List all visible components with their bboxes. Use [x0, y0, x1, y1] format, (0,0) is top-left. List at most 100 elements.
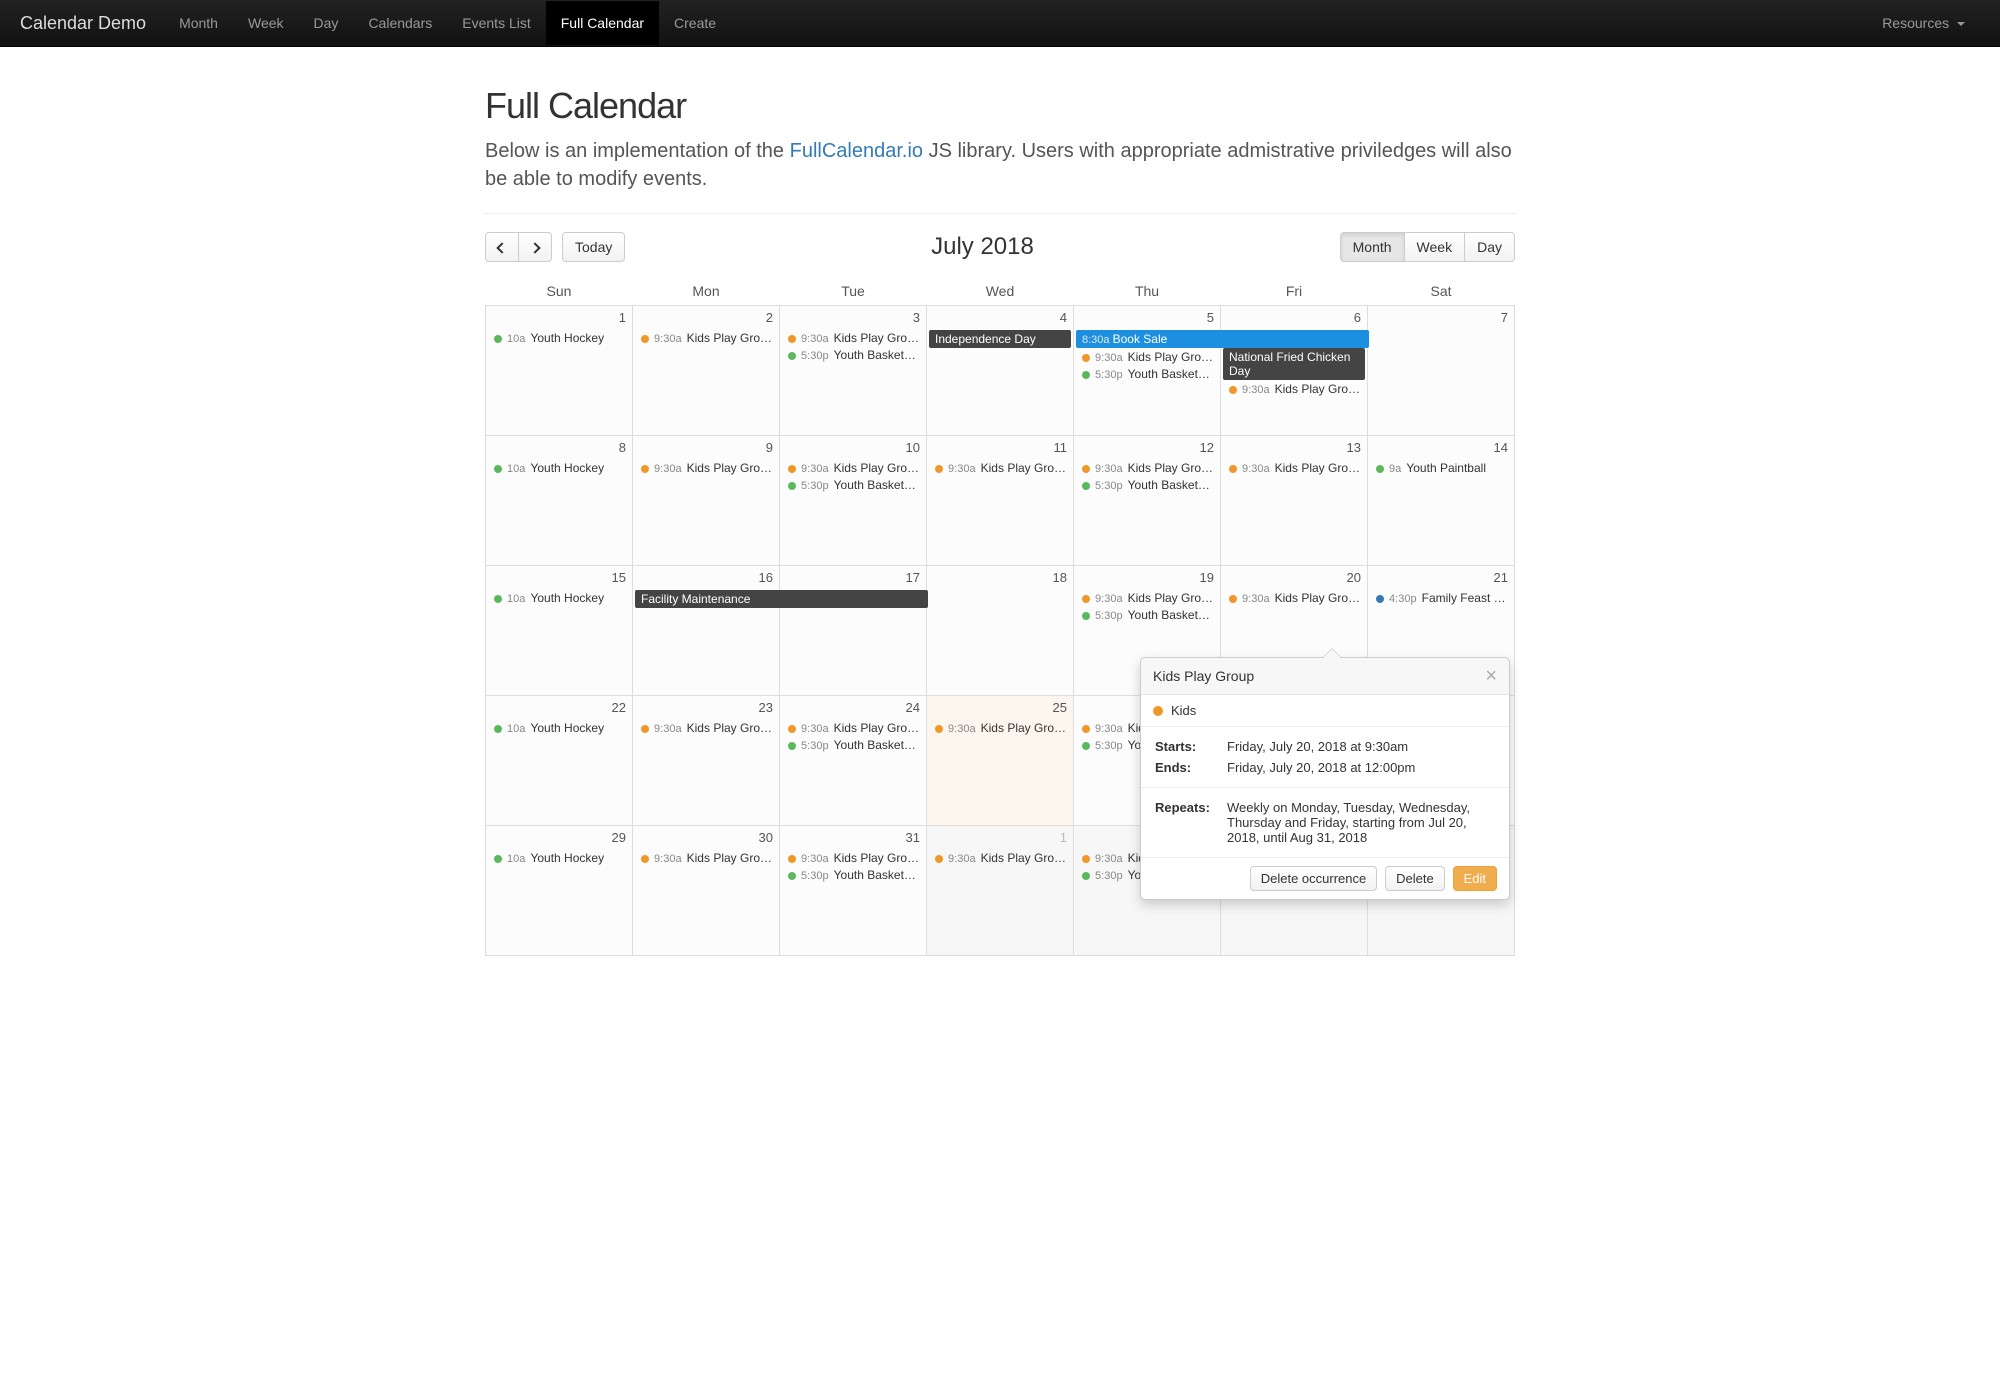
event[interactable]: 9:30a Kids Play Group [782, 330, 924, 346]
view-day-button[interactable]: Day [1464, 232, 1515, 262]
view-month-button[interactable]: Month [1340, 232, 1405, 262]
event[interactable]: 10a Youth Hockey [488, 850, 630, 866]
event[interactable]: 10a Youth Hockey [488, 590, 630, 606]
day-number: 24 [780, 696, 926, 719]
day-cell[interactable]: 58:30a Book Sale 9:30a Kids Play Group 5… [1074, 306, 1221, 436]
event-bar[interactable]: 8:30a Book Sale [1076, 330, 1369, 348]
day-cell[interactable]: 15 10a Youth Hockey [486, 566, 633, 696]
delete-button[interactable]: Delete [1385, 866, 1445, 891]
event[interactable]: 9:30a Kids Play Group [1223, 590, 1365, 606]
event[interactable]: 9:30a Kids Play Group [929, 460, 1071, 476]
day-cell[interactable]: 7 [1368, 306, 1515, 436]
day-cell[interactable]: 8 10a Youth Hockey [486, 436, 633, 566]
day-cell[interactable]: 4Independence Day [927, 306, 1074, 436]
event-bar[interactable]: National Fried Chicken Day [1223, 348, 1365, 380]
day-cell[interactable]: 24 9:30a Kids Play Group 5:30p Youth Bas… [780, 696, 927, 826]
day-number: 30 [633, 826, 779, 849]
event[interactable]: 9:30a Kids Play Group [635, 460, 777, 476]
event-time: 9:30a [1092, 723, 1126, 735]
day-cell[interactable]: 1 10a Youth Hockey [486, 306, 633, 436]
day-number: 6 [1221, 306, 1367, 329]
day-cell[interactable]: 31 9:30a Kids Play Group 5:30p Youth Bas… [780, 826, 927, 956]
event[interactable]: 9:30a Kids Play Group [782, 720, 924, 736]
day-cell[interactable]: 18 [927, 566, 1074, 696]
nav-item-create[interactable]: Create [659, 1, 731, 45]
popover-repeats: Repeats:Weekly on Monday, Tuesday, Wedne… [1141, 788, 1509, 858]
day-cell[interactable]: 10 9:30a Kids Play Group 5:30p Youth Bas… [780, 436, 927, 566]
chevron-right-icon [529, 242, 540, 253]
day-cell[interactable]: 13 9:30a Kids Play Group [1221, 436, 1368, 566]
nav-item-events-list[interactable]: Events List [447, 1, 545, 45]
event[interactable]: 9:30a Kids Play Group [782, 460, 924, 476]
event-bar[interactable]: Facility Maintenance [635, 590, 928, 608]
event-time: 9:30a [798, 463, 832, 475]
nav-item-month[interactable]: Month [164, 1, 233, 45]
nav-item-day[interactable]: Day [299, 1, 354, 45]
event[interactable]: 9a Youth Paintball [1370, 460, 1512, 476]
event-dot-icon [935, 855, 943, 863]
event[interactable]: 10a Youth Hockey [488, 720, 630, 736]
day-number: 12 [1074, 436, 1220, 459]
event[interactable]: 5:30p Youth Basketball [1076, 607, 1218, 623]
event-time: 9:30a [1092, 593, 1126, 605]
event[interactable]: 9:30a Kids Play Group [1076, 460, 1218, 476]
event-dot-icon [1082, 595, 1090, 603]
day-cell[interactable]: 16Facility Maintenance [633, 566, 780, 696]
day-cell[interactable]: 12 9:30a Kids Play Group 5:30p Youth Bas… [1074, 436, 1221, 566]
nav-item-calendars[interactable]: Calendars [353, 1, 447, 45]
day-cell[interactable]: 14 9a Youth Paintball [1368, 436, 1515, 566]
event[interactable]: 9:30a Kids Play Group [782, 850, 924, 866]
prev-button[interactable] [485, 232, 519, 262]
day-cell[interactable]: 2 9:30a Kids Play Group [633, 306, 780, 436]
today-button[interactable]: Today [562, 232, 625, 262]
event-dot-icon [1082, 465, 1090, 473]
close-icon[interactable]: × [1485, 666, 1497, 686]
view-week-button[interactable]: Week [1404, 232, 1466, 262]
event[interactable]: 10a Youth Hockey [488, 460, 630, 476]
next-button[interactable] [518, 232, 552, 262]
event[interactable]: 9:30a Kids Play Group [635, 850, 777, 866]
event-dot-icon [1082, 354, 1090, 362]
event[interactable]: 5:30p Youth Basketball [782, 477, 924, 493]
fullcalendar-link[interactable]: FullCalendar.io [790, 140, 923, 162]
event[interactable]: 9:30a Kids Play Group [929, 850, 1071, 866]
event-title: Kids Play Group [981, 721, 1068, 735]
event[interactable]: 4:30p Family Feast Gathering [1370, 590, 1512, 606]
event-time: 9:30a [945, 853, 979, 865]
ends-label: Ends: [1155, 758, 1225, 777]
event[interactable]: 5:30p Youth Basketball [1076, 366, 1218, 382]
event[interactable]: 5:30p Youth Basketball [782, 737, 924, 753]
delete-occurrence-button[interactable]: Delete occurrence [1250, 866, 1378, 891]
event[interactable]: 9:30a Kids Play Group [1223, 381, 1365, 397]
day-cell[interactable]: 6 National Fried Chicken Day 9:30a Kids P… [1221, 306, 1368, 436]
day-cell[interactable]: 25 9:30a Kids Play Group [927, 696, 1074, 826]
event-dot-icon [1376, 465, 1384, 473]
day-cell[interactable]: 29 10a Youth Hockey [486, 826, 633, 956]
event[interactable]: 10a Youth Hockey [488, 330, 630, 346]
event[interactable]: 5:30p Youth Basketball [1076, 477, 1218, 493]
nav-resources[interactable]: Resources [1867, 1, 1980, 45]
event-bar[interactable]: Independence Day [929, 330, 1071, 348]
brand[interactable]: Calendar Demo [20, 13, 164, 34]
day-number: 14 [1368, 436, 1514, 459]
page-title: Full Calendar [485, 85, 1515, 127]
day-cell[interactable]: 11 9:30a Kids Play Group [927, 436, 1074, 566]
nav-item-full-calendar[interactable]: Full Calendar [546, 1, 659, 45]
day-cell[interactable]: 9 9:30a Kids Play Group [633, 436, 780, 566]
day-cell[interactable]: 23 9:30a Kids Play Group [633, 696, 780, 826]
day-cell[interactable]: 3 9:30a Kids Play Group 5:30p Youth Bask… [780, 306, 927, 436]
event[interactable]: 9:30a Kids Play Group [1223, 460, 1365, 476]
nav-item-week[interactable]: Week [233, 1, 299, 45]
day-cell[interactable]: 22 10a Youth Hockey [486, 696, 633, 826]
event[interactable]: 9:30a Kids Play Group [635, 720, 777, 736]
day-cell[interactable]: 30 9:30a Kids Play Group [633, 826, 780, 956]
event[interactable]: 5:30p Youth Basketball [782, 347, 924, 363]
event[interactable]: 9:30a Kids Play Group [635, 330, 777, 346]
event[interactable]: 9:30a Kids Play Group [929, 720, 1071, 736]
event[interactable]: 9:30a Kids Play Group [1076, 590, 1218, 606]
edit-button[interactable]: Edit [1453, 866, 1497, 891]
event[interactable]: 9:30a Kids Play Group [1076, 349, 1218, 365]
event[interactable]: 5:30p Youth Basketball [782, 867, 924, 883]
day-cell[interactable]: 1 9:30a Kids Play Group [927, 826, 1074, 956]
day-cell[interactable]: 17 [780, 566, 927, 696]
